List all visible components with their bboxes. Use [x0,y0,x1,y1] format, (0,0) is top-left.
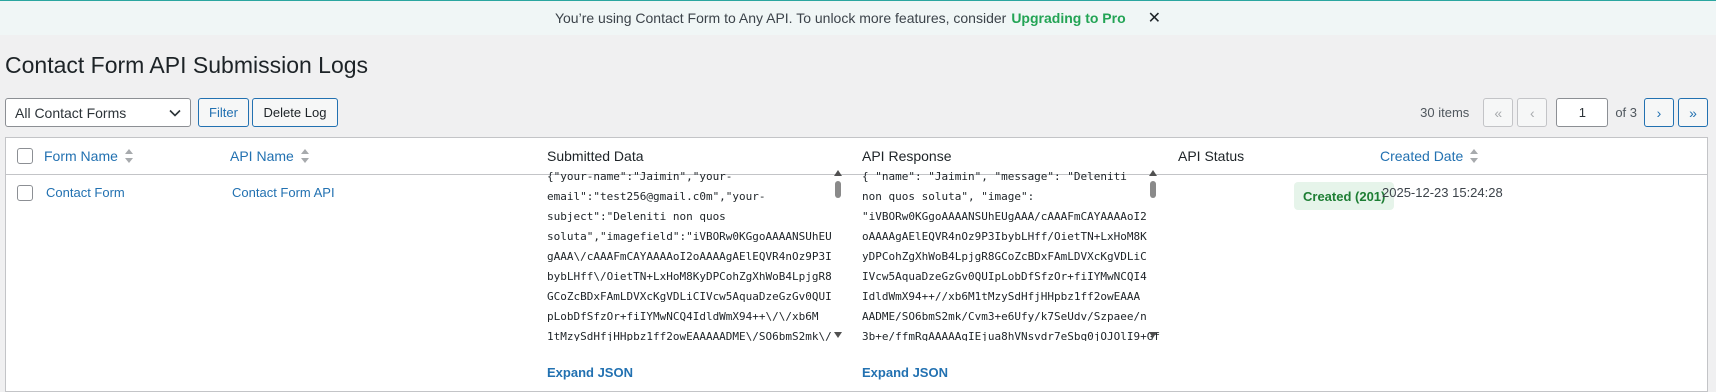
contact-form-select-value: All Contact Forms [15,104,127,121]
sort-icon [1470,149,1479,163]
row-api-name-link[interactable]: Contact Form API [232,185,335,200]
column-submitted-data: Submitted Data [547,148,644,164]
expand-submitted-json-link[interactable]: Expand JSON [547,365,633,380]
chevron-down-icon [169,109,181,117]
last-page-button[interactable]: » [1678,98,1708,127]
next-page-button[interactable]: › [1644,98,1674,127]
first-page-button[interactable]: « [1483,98,1514,127]
notice-text: You’re using Contact Form to Any API. To… [554,10,1007,26]
scroll-up-icon[interactable] [834,170,842,176]
sort-icon [300,149,309,163]
upgrade-notice: You’re using Contact Form to Any API. To… [0,0,1716,35]
column-created-date[interactable]: Created Date [1380,148,1479,164]
contact-form-select[interactable]: All Contact Forms [5,98,191,127]
scroll-down-icon[interactable] [1149,332,1157,338]
delete-log-button[interactable]: Delete Log [252,98,338,127]
prev-page-button[interactable]: ‹ [1517,98,1548,127]
api-response-scrollbar[interactable] [1147,167,1159,341]
scroll-thumb[interactable] [1150,181,1156,198]
column-api-response: API Response [862,148,952,164]
column-form-name[interactable]: Form Name [44,148,134,164]
column-api-name[interactable]: API Name [230,148,310,164]
sort-icon [124,149,133,163]
toolbar: All Contact Forms Filter Delete Log 30 i… [5,98,1708,128]
select-all-checkbox[interactable] [17,148,33,164]
page-title: Contact Form API Submission Logs [5,52,369,78]
column-api-status: API Status [1178,148,1245,164]
upgrade-to-pro-link[interactable]: Upgrading to Pro [1011,10,1125,26]
row-created-date: 2025-12-23 15:24:28 [1382,185,1503,200]
pagination: 30 items « ‹ 1 of 3 › » [1420,98,1708,127]
submitted-data-scrollbar[interactable] [832,167,844,341]
submitted-data-textarea[interactable]: {"your-name":"Jaimin","your- email":"tes… [547,167,873,341]
items-count: 30 items [1420,105,1470,120]
expand-response-json-link[interactable]: Expand JSON [862,365,948,380]
column-api-name-label: API Name [230,148,294,164]
total-pages-text: of 3 [1615,105,1637,120]
api-response-textarea[interactable]: { "name": "Jaimin", "message": "Deleniti… [862,167,1188,341]
filter-button[interactable]: Filter [198,98,249,127]
current-page-input[interactable]: 1 [1556,98,1609,127]
column-form-name-label: Form Name [44,148,118,164]
row-form-name-link[interactable]: Contact Form [46,185,125,200]
row-checkbox[interactable] [17,185,33,201]
scroll-down-icon[interactable] [834,332,842,338]
column-created-date-label: Created Date [1380,148,1464,164]
scroll-thumb[interactable] [835,181,841,198]
scroll-up-icon[interactable] [1149,170,1157,176]
close-icon[interactable]: ✕ [1148,8,1161,28]
logs-table: Form Name API Name Submitted Data API Re… [5,137,1708,392]
status-badge: Created (201) [1294,182,1395,210]
